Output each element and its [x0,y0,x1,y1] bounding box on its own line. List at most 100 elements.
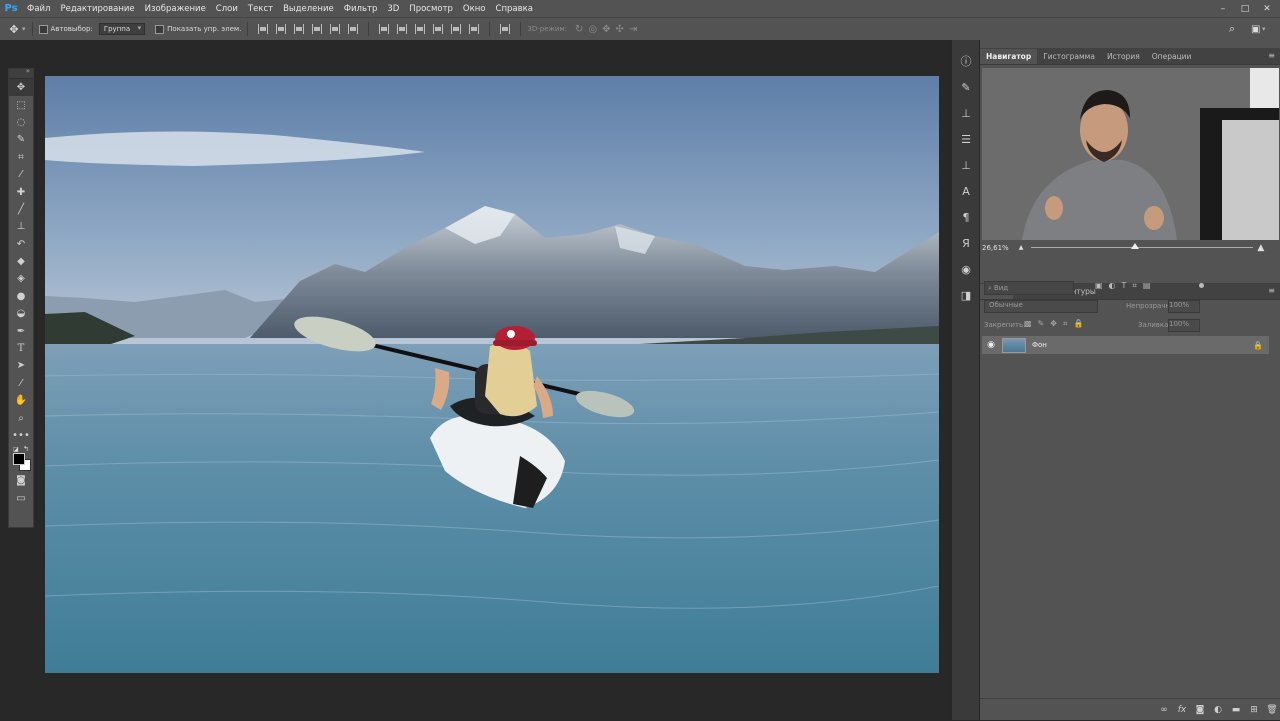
distribute-left-icon[interactable] [433,24,444,34]
tab-histogram[interactable]: Гистограмма [1037,49,1101,64]
marquee-tool-icon[interactable]: ⬚ [9,96,33,113]
distribute-top-icon[interactable] [379,24,390,34]
adjustment-layer-icon[interactable]: ◐ [1209,705,1227,715]
maximize-button[interactable]: □ [1234,0,1256,17]
quick-mask-icon[interactable]: ◙ [9,472,33,489]
zoom-tool-icon[interactable]: ⌕ [9,409,33,426]
dodge-tool-icon[interactable]: ◒ [9,305,33,322]
link-layers-icon[interactable]: ∞ [1155,705,1173,715]
layer-row[interactable]: ◉ Фон 🔒 [982,336,1269,354]
paragraph-icon[interactable]: ¶ [952,204,980,230]
minimize-button[interactable]: – [1212,0,1234,17]
zoom-out-icon[interactable]: ▲ [1019,244,1024,251]
crop-tool-icon[interactable]: ⌗ [9,149,33,166]
healing-brush-tool-icon[interactable]: ✚ [9,183,33,200]
distribute-vcenter-icon[interactable] [397,24,408,34]
layer-name[interactable]: Фон [1032,341,1047,349]
menu-file[interactable]: Файл [22,4,55,14]
align-top-icon[interactable] [258,24,269,34]
visibility-eye-icon[interactable]: ◉ [982,340,1000,350]
swap-colors-icon[interactable]: ↰ [23,445,29,453]
tab-actions[interactable]: Операции [1146,49,1198,64]
distribute-hcenter-icon[interactable] [451,24,462,34]
lock-icons[interactable]: ▩✎✥⌗🔒 [1024,319,1089,329]
search-icon[interactable]: ⌕ [1229,22,1235,36]
align-vcenter-icon[interactable] [276,24,287,34]
workspace-icon[interactable]: ▣ [1251,24,1260,35]
autoselect-checkbox[interactable] [38,24,48,34]
filter-toggle-icon[interactable] [1199,283,1204,288]
new-group-icon[interactable]: ▬ [1227,705,1245,715]
autoselect-dropdown[interactable]: Группа [98,23,146,35]
color-icon[interactable]: ◉ [952,256,980,282]
navigator-preview[interactable] [982,68,1279,240]
distribute-bottom-icon[interactable] [415,24,426,34]
lasso-tool-icon[interactable]: ◌ [9,114,33,131]
eraser-tool-icon[interactable]: ◆ [9,253,33,270]
chevron-down-icon[interactable]: ▾ [1262,25,1266,33]
tab-history[interactable]: История [1101,49,1146,64]
menu-type[interactable]: Текст [243,4,278,14]
path-selection-tool-icon[interactable]: ➤ [9,357,33,374]
layer-style-icon[interactable]: fx [1173,705,1191,715]
layer-filter-icons[interactable]: ▣◐T⌗▤ [1095,281,1157,291]
character-icon[interactable]: A [952,178,980,204]
menu-image[interactable]: Изображение [140,4,211,14]
zoom-slider-thumb[interactable] [1131,243,1140,249]
move-tool-icon[interactable]: ✥ [9,79,33,97]
tab-navigator[interactable]: Навигатор [980,49,1038,64]
default-colors-icon[interactable]: ◪ [13,446,20,453]
align-bottom-icon[interactable] [294,24,305,34]
menu-3d[interactable]: 3D [382,4,404,14]
glyphs-icon[interactable]: Я [952,230,980,256]
libraries-icon[interactable]: ◨ [952,282,980,308]
delete-layer-icon[interactable]: 🗑 [1263,705,1280,715]
screen-mode-icon[interactable]: ▭ [9,490,33,507]
distribute-right-icon[interactable] [469,24,480,34]
menu-window[interactable]: Окно [458,4,491,14]
history-brush-tool-icon[interactable]: ↶ [9,236,33,253]
panel-menu-icon[interactable]: ≡ [1268,51,1275,60]
zoom-slider[interactable] [1031,243,1254,249]
type-tool-icon[interactable]: T [9,340,33,357]
layer-filter[interactable]: ⌕ Вид [984,281,1074,295]
lock-icon[interactable]: 🔒 [1253,341,1263,350]
blend-mode-select[interactable]: Обычные [984,300,1098,313]
zoom-value[interactable]: 26,61% [982,244,1009,252]
new-layer-icon[interactable]: ⊞ [1245,705,1263,715]
document-canvas[interactable] [45,76,939,673]
adjustments-icon[interactable]: ⊥ [952,152,980,178]
chevron-down-icon[interactable]: ▾ [22,25,26,33]
paint-bucket-tool-icon[interactable]: ◈ [9,270,33,287]
close-button[interactable]: ✕ [1256,0,1278,17]
panel-menu-icon[interactable]: ≡ [1268,286,1275,295]
brush-settings-icon[interactable]: ✎ [952,74,980,100]
add-mask-icon[interactable]: ◙ [1191,705,1209,715]
more-tools-icon[interactable]: ••• [9,427,33,444]
align-hcenter-icon[interactable] [330,24,341,34]
menu-view[interactable]: Просмотр [404,4,458,14]
align-right-icon[interactable] [348,24,359,34]
fill-field[interactable]: 100% [1168,319,1200,332]
color-swatches[interactable]: ◪ ↰ [9,444,33,472]
menu-edit[interactable]: Редактирование [55,4,139,14]
show-transform-checkbox[interactable] [155,24,165,34]
hand-tool-icon[interactable]: ✋ [9,392,33,409]
auto-align-icon[interactable] [500,24,511,34]
pen-tool-icon[interactable]: ✒ [9,322,33,339]
blur-tool-icon[interactable]: ● [9,288,33,305]
opacity-field[interactable]: 100% [1168,300,1200,313]
foreground-color-swatch[interactable] [13,453,25,466]
menu-layers[interactable]: Слои [211,4,243,14]
menu-help[interactable]: Справка [491,4,538,14]
info-icon[interactable]: ⓘ [952,48,980,74]
menu-filter[interactable]: Фильтр [339,4,383,14]
align-left-icon[interactable] [312,24,323,34]
brush-tool-icon[interactable]: ╱ [9,201,33,218]
eyedropper-tool-icon[interactable]: ⁄ [9,166,33,183]
clone-source-icon[interactable]: ⊥ [952,100,980,126]
properties-icon[interactable]: ☰ [952,126,980,152]
clone-stamp-tool-icon[interactable]: ⊥ [9,218,33,235]
quick-selection-tool-icon[interactable]: ✎ [9,131,33,148]
line-tool-icon[interactable]: ⁄ [9,375,33,392]
